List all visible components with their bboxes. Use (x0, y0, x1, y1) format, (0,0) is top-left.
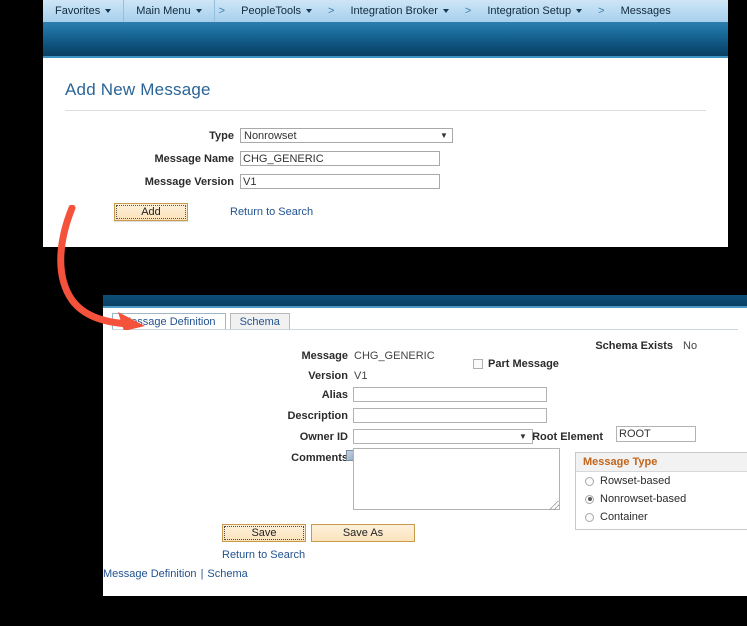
tab-strip: Message Definition Schema (112, 311, 294, 330)
footer-separator: | (200, 568, 204, 580)
page-title: Add New Message (65, 80, 211, 99)
radio-container[interactable] (585, 512, 594, 522)
add-actions: Add Return to Search (43, 203, 728, 221)
chevron-down-icon (306, 9, 313, 13)
breadcrumb-item-messages[interactable]: Messages (609, 0, 683, 22)
definition-return-to-search-link[interactable]: Return to Search (222, 549, 305, 561)
message-value: CHG_GENERIC (354, 350, 435, 362)
save-button[interactable]: Save (222, 524, 306, 542)
footer-links: Message Definition | Schema (103, 568, 248, 580)
breadcrumb-label: Main Menu (136, 5, 191, 17)
message-type-heading: Message Type (576, 453, 747, 472)
definition-header-band (103, 295, 747, 308)
message-definition-panel: Message Definition Schema Message CHG_GE… (103, 295, 747, 596)
chevron-down-icon (105, 9, 112, 13)
breadcrumb-label: Messages (620, 5, 671, 17)
footer-link-message-definition[interactable]: Message Definition (103, 568, 197, 580)
message-name-label: Message Name (154, 152, 235, 165)
radio-label: Nonrowset-based (600, 493, 687, 505)
part-message-label: Part Message (488, 358, 559, 370)
radio-nonrowset-based[interactable] (585, 494, 594, 504)
message-version-label: Message Version (144, 175, 234, 188)
tab-message-definition[interactable]: Message Definition (112, 313, 226, 330)
alias-input[interactable] (353, 387, 547, 402)
message-type-group: Message Type Rowset-based Nonrowset-base… (575, 452, 747, 530)
type-label: Type (209, 129, 234, 142)
chevron-down-icon (195, 9, 202, 13)
message-label: Message (301, 350, 348, 362)
breadcrumb-label: Favorites (55, 5, 101, 17)
breadcrumb-item-favorites[interactable]: Favorites (43, 0, 125, 22)
add-message-form: Type Nonrowset ▼ Message Name Message Ve… (43, 128, 728, 221)
part-message-row[interactable]: Part Message (473, 358, 559, 370)
breadcrumb-label: Integration Setup (487, 5, 572, 17)
breadcrumb-separator: > (598, 5, 605, 17)
chevron-down-icon (442, 9, 449, 13)
breadcrumb-item-main-menu[interactable]: Main Menu (124, 0, 215, 22)
root-element-input[interactable] (616, 426, 696, 442)
schema-exists-value: No (683, 340, 698, 352)
root-element-label: Root Element (532, 431, 603, 443)
radio-label: Rowset-based (600, 475, 671, 487)
footer-link-schema[interactable]: Schema (207, 568, 247, 580)
comments-label: Comments (291, 452, 348, 464)
alias-label: Alias (321, 389, 348, 401)
header-band (43, 22, 728, 58)
screenshot-canvas: Favorites Main Menu > PeopleTools > Inte… (0, 0, 747, 626)
add-button[interactable]: Add (114, 203, 188, 221)
part-message-checkbox[interactable] (473, 359, 483, 369)
save-as-button[interactable]: Save As (311, 524, 415, 542)
radio-rowset-based[interactable] (585, 476, 594, 486)
breadcrumb-label: Integration Broker (350, 5, 438, 17)
breadcrumb-item-peopletools[interactable]: PeopleTools (229, 0, 324, 22)
breadcrumb-separator: > (328, 5, 335, 17)
description-label: Description (287, 410, 348, 422)
field-row-type: Type Nonrowset ▼ (43, 128, 728, 143)
add-new-message-panel: Favorites Main Menu > PeopleTools > Inte… (43, 0, 728, 247)
return-to-search-link[interactable]: Return to Search (230, 206, 313, 218)
breadcrumb: Favorites Main Menu > PeopleTools > Inte… (43, 0, 728, 23)
tab-schema[interactable]: Schema (229, 313, 290, 330)
breadcrumb-separator: > (218, 5, 226, 17)
schema-exists-label: Schema Exists (595, 340, 673, 352)
message-version-input[interactable] (240, 174, 440, 189)
radio-row-container[interactable]: Container (576, 508, 747, 526)
version-value: V1 (354, 370, 368, 382)
comments-textarea[interactable] (353, 448, 560, 510)
owner-id-label: Owner ID (299, 431, 348, 443)
breadcrumb-item-integration-setup[interactable]: Integration Setup (475, 0, 594, 22)
chevron-down-icon: ▼ (440, 131, 448, 140)
tab-underline (112, 329, 738, 330)
chevron-down-icon (576, 9, 583, 13)
type-select[interactable]: Nonrowset ▼ (240, 128, 453, 143)
message-name-input[interactable] (240, 151, 440, 166)
radio-label: Container (600, 511, 648, 523)
type-select-value: Nonrowset (244, 129, 297, 142)
breadcrumb-item-integration-broker[interactable]: Integration Broker (338, 0, 460, 22)
description-input[interactable] (353, 408, 547, 423)
field-row-message-name: Message Name (43, 151, 728, 166)
breadcrumb-separator: > (464, 5, 472, 17)
field-row-message-version: Message Version (43, 174, 728, 189)
title-divider (65, 110, 706, 111)
version-label: Version (308, 370, 348, 382)
breadcrumb-label: PeopleTools (241, 5, 302, 17)
radio-row-rowset-based[interactable]: Rowset-based (576, 472, 747, 490)
radio-row-nonrowset-based[interactable]: Nonrowset-based (576, 490, 747, 508)
